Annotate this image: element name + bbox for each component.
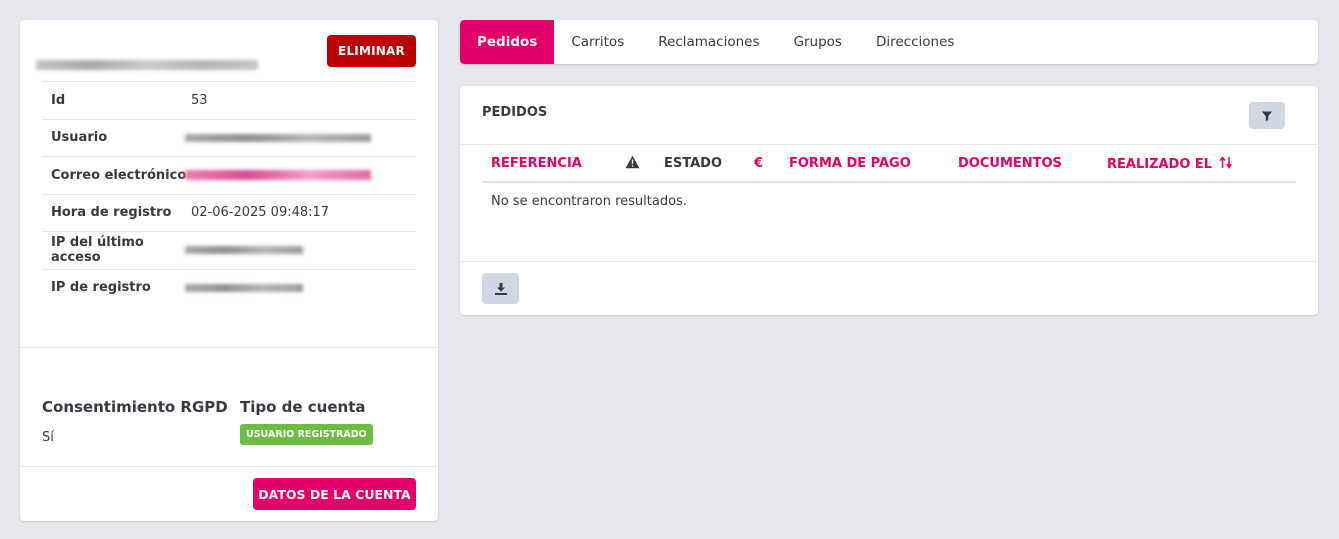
gdpr-value: Sí [42,430,54,445]
column-documents: DOCUMENTOS [958,156,1062,171]
delete-button[interactable]: ELIMINAR [327,35,416,67]
gdpr-section: Consentimiento RGPD Sí [42,398,228,445]
registration-ip-redacted [185,283,303,292]
tab-carts[interactable]: Carritos [554,20,641,64]
footer-divider [460,261,1318,262]
info-row-email: Correo electrónico [42,156,416,194]
customer-info-table: Id 53 Usuario Correo electrónico Hora de… [42,81,416,306]
column-payment[interactable]: FORMA DE PAGO [789,156,911,171]
gdpr-title: Consentimiento RGPD [42,398,228,416]
table-header-divider [482,181,1296,183]
customer-name-redacted [36,60,258,70]
info-label: IP de registro [51,280,151,296]
column-placed-on[interactable]: REALIZADO EL [1107,156,1233,172]
tab-addresses[interactable]: Direcciones [859,20,971,64]
info-row-username: Usuario [42,118,416,157]
export-button[interactable] [482,273,519,304]
info-row-registration-ip: IP de registro [42,268,416,307]
filter-button[interactable] [1249,102,1285,129]
info-value: 53 [191,92,208,108]
customer-tabs: Pedidos Carritos Reclamaciones Grupos Di… [460,20,1318,64]
tab-orders[interactable]: Pedidos [460,20,555,64]
info-label: Correo electrónico [51,167,187,183]
info-row-last-ip: IP del último acceso [42,231,416,269]
account-type-badge: USUARIO REGISTRADO [240,424,373,445]
column-status: ESTADO [664,156,723,171]
info-label: Hora de registro [51,205,172,221]
account-type-section: Tipo de cuenta USUARIO REGISTRADO [240,398,373,445]
info-label: IP del último acceso [51,235,144,266]
info-row-registration-time: Hora de registro 02-06-2025 09:48:17 [42,193,416,232]
filter-icon [1262,111,1272,121]
warning-icon [625,155,640,173]
email-link-redacted[interactable] [185,170,371,181]
header-divider [460,144,1318,145]
empty-results-message: No se encontraron resultados. [491,194,687,209]
tab-claims[interactable]: Reclamaciones [641,20,776,64]
account-details-button[interactable]: DATOS DE LA CUENTA [253,478,416,510]
divider [20,466,438,467]
last-ip-redacted [185,246,303,255]
info-label: Id [51,92,66,108]
customer-card: ELIMINAR Id 53 Usuario Correo electrónic… [20,20,438,521]
column-reference[interactable]: REFERENCIA [491,156,582,171]
info-value: 02-06-2025 09:48:17 [191,205,330,221]
account-type-title: Tipo de cuenta [240,398,366,416]
column-currency: € [754,156,764,171]
divider [20,347,438,348]
username-redacted [185,133,371,142]
download-icon [494,282,507,295]
orders-title: PEDIDOS [482,105,548,120]
column-placed-on-label: REALIZADO EL [1107,157,1213,172]
orders-card: PEDIDOS REFERENCIA ESTADO € FORMA DE PAG… [460,86,1318,315]
tab-groups[interactable]: Grupos [777,20,859,64]
info-row-id: Id 53 [42,81,416,119]
sort-icon [1219,156,1232,169]
info-label: Usuario [51,130,108,146]
